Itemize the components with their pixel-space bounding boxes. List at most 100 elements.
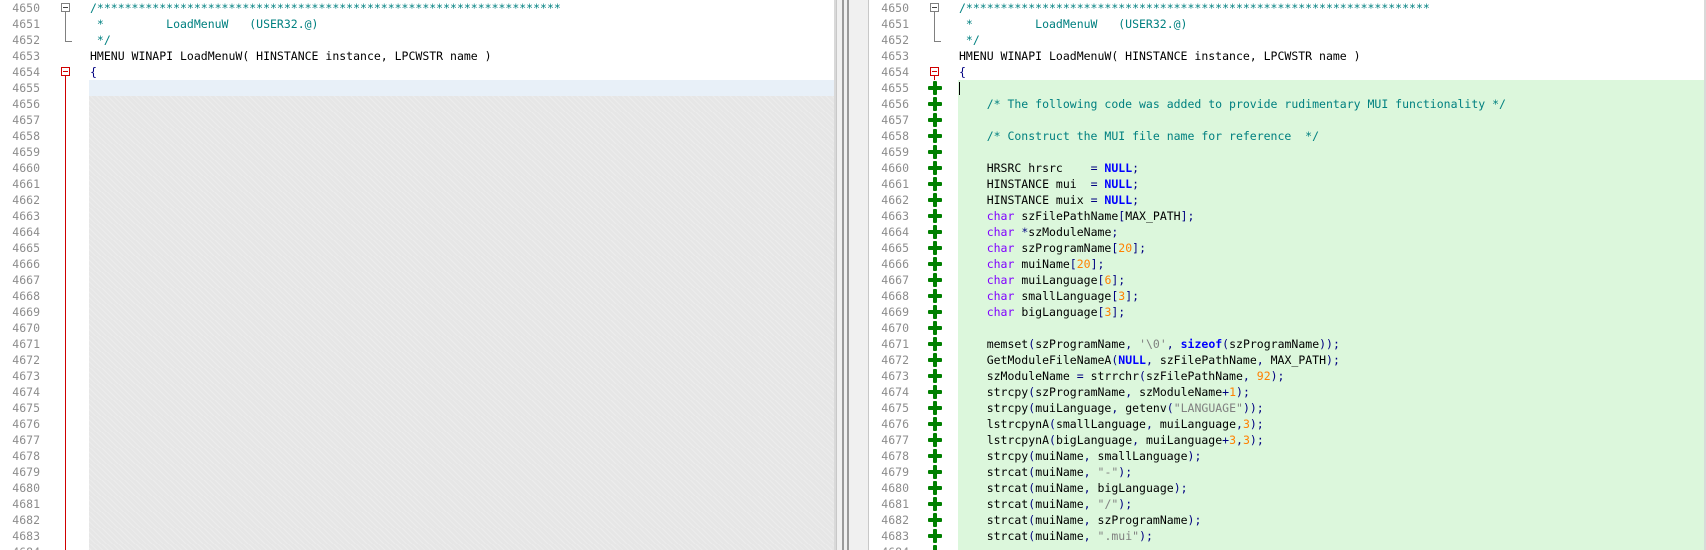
fold-toggle-icon[interactable] <box>927 64 943 80</box>
code-line[interactable]: 4684 <box>869 544 1706 550</box>
collapse-icon[interactable] <box>61 67 70 76</box>
code-line[interactable]: 4683 <box>0 528 836 544</box>
code-text[interactable]: char szProgramName[20]; <box>958 240 1706 256</box>
code-line[interactable]: 4668 char smallLanguage[3]; <box>869 288 1706 304</box>
code-text[interactable]: HINSTANCE mui = NULL; <box>958 176 1706 192</box>
code-text[interactable] <box>89 112 836 128</box>
code-line[interactable]: 4668 <box>0 288 836 304</box>
code-line[interactable]: 4679 strcat(muiName, "-"); <box>869 464 1706 480</box>
code-line[interactable]: 4665 char szProgramName[20]; <box>869 240 1706 256</box>
code-text[interactable] <box>89 192 836 208</box>
code-line[interactable]: 4666 char muiName[20]; <box>869 256 1706 272</box>
code-text[interactable]: szModuleName = strrchr(szFilePathName, 9… <box>958 368 1706 384</box>
code-line[interactable]: 4660 <box>0 160 836 176</box>
code-text[interactable]: strcat(muiName, bigLanguage); <box>958 480 1706 496</box>
code-line[interactable]: 4663 <box>0 208 836 224</box>
code-line[interactable]: 4670 <box>869 320 1706 336</box>
code-line[interactable]: 4676 <box>0 416 836 432</box>
code-line[interactable]: 4682 strcat(muiName, szProgramName); <box>869 512 1706 528</box>
code-text[interactable]: /***************************************… <box>89 0 836 16</box>
code-text[interactable] <box>89 528 836 544</box>
collapse-icon[interactable] <box>930 67 939 76</box>
code-text[interactable] <box>89 208 836 224</box>
code-text[interactable]: * LoadMenuW (USER32.@) <box>958 16 1706 32</box>
code-line[interactable]: 4681 strcat(muiName, "/"); <box>869 496 1706 512</box>
code-line[interactable]: 4669 char bigLanguage[3]; <box>869 304 1706 320</box>
code-text[interactable]: strcpy(muiName, smallLanguage); <box>958 448 1706 464</box>
code-line[interactable]: 4653 HMENU WINAPI LoadMenuW( HINSTANCE in… <box>869 48 1706 64</box>
code-text[interactable] <box>958 112 1706 128</box>
code-line[interactable]: 4657 <box>869 112 1706 128</box>
code-text[interactable] <box>958 544 1706 550</box>
code-text[interactable] <box>89 144 836 160</box>
code-text[interactable] <box>89 352 836 368</box>
code-text[interactable]: strcat(muiName, "/"); <box>958 496 1706 512</box>
code-text[interactable]: strcat(muiName, szProgramName); <box>958 512 1706 528</box>
code-line[interactable]: 4659 <box>0 144 836 160</box>
code-line[interactable]: 4680 <box>0 480 836 496</box>
code-line[interactable]: 4654 { <box>869 64 1706 80</box>
code-line[interactable]: 4676 lstrcpynA(smallLanguage, muiLanguag… <box>869 416 1706 432</box>
code-text[interactable]: HRSRC hrsrc = NULL; <box>958 160 1706 176</box>
code-line[interactable]: 4652 */ <box>0 32 836 48</box>
code-line[interactable]: 4662 <box>0 192 836 208</box>
code-line[interactable]: 4651 * LoadMenuW (USER32.@) <box>869 16 1706 32</box>
code-text[interactable]: */ <box>958 32 1706 48</box>
code-text[interactable] <box>89 272 836 288</box>
code-line[interactable]: 4655 <box>869 80 1706 96</box>
code-text[interactable] <box>958 80 1706 96</box>
code-text[interactable]: char muiName[20]; <box>958 256 1706 272</box>
code-text[interactable]: /* Construct the MUI file name for refer… <box>958 128 1706 144</box>
code-line[interactable]: 4652 */ <box>869 32 1706 48</box>
code-line[interactable]: 4657 <box>0 112 836 128</box>
code-line[interactable]: 4671 <box>0 336 836 352</box>
code-line[interactable]: 4672 GetModuleFileNameA(NULL, szFilePath… <box>869 352 1706 368</box>
code-line[interactable]: 4680 strcat(muiName, bigLanguage); <box>869 480 1706 496</box>
code-text[interactable] <box>89 160 836 176</box>
code-line[interactable]: 4682 <box>0 512 836 528</box>
code-line[interactable]: 4673 <box>0 368 836 384</box>
code-line[interactable]: 4678 <box>0 448 836 464</box>
fold-toggle-icon[interactable] <box>58 64 74 80</box>
code-text[interactable]: { <box>958 64 1706 80</box>
code-line[interactable]: 4665 <box>0 240 836 256</box>
code-text[interactable] <box>89 80 836 96</box>
code-line[interactable]: 4669 <box>0 304 836 320</box>
code-line[interactable]: 4654 { <box>0 64 836 80</box>
code-line[interactable]: 4656 <box>0 96 836 112</box>
code-line[interactable]: 4662 HINSTANCE muix = NULL; <box>869 192 1706 208</box>
code-text[interactable] <box>89 320 836 336</box>
code-text[interactable] <box>89 416 836 432</box>
code-line[interactable]: 4675 strcpy(muiLanguage, getenv("LANGUAG… <box>869 400 1706 416</box>
code-line[interactable]: 4660 HRSRC hrsrc = NULL; <box>869 160 1706 176</box>
code-text[interactable]: strcat(muiName, ".mui"); <box>958 528 1706 544</box>
code-text[interactable] <box>89 512 836 528</box>
code-text[interactable] <box>89 256 836 272</box>
code-line[interactable]: 4655 <box>0 80 836 96</box>
code-text[interactable] <box>958 320 1706 336</box>
code-line[interactable]: 4659 <box>869 144 1706 160</box>
code-line[interactable]: 4671 memset(szProgramName, '\0', sizeof(… <box>869 336 1706 352</box>
code-line[interactable]: 4664 <box>0 224 836 240</box>
code-text[interactable]: char muiLanguage[6]; <box>958 272 1706 288</box>
code-text[interactable]: char smallLanguage[3]; <box>958 288 1706 304</box>
fold-toggle-icon[interactable] <box>927 0 943 16</box>
code-text[interactable]: char *szModuleName; <box>958 224 1706 240</box>
code-line[interactable]: 4666 <box>0 256 836 272</box>
code-line[interactable]: 4667 char muiLanguage[6]; <box>869 272 1706 288</box>
code-line[interactable]: 4650 /***********************************… <box>0 0 836 16</box>
code-text[interactable] <box>89 496 836 512</box>
code-line[interactable]: 4650 /***********************************… <box>869 0 1706 16</box>
code-text[interactable] <box>958 144 1706 160</box>
code-text[interactable] <box>89 544 836 550</box>
code-text[interactable]: GetModuleFileNameA(NULL, szFilePathName,… <box>958 352 1706 368</box>
code-line[interactable]: 4683 strcat(muiName, ".mui"); <box>869 528 1706 544</box>
code-text[interactable]: lstrcpynA(smallLanguage, muiLanguage,3); <box>958 416 1706 432</box>
code-line[interactable]: 4651 * LoadMenuW (USER32.@) <box>0 16 836 32</box>
code-line[interactable]: 4674 <box>0 384 836 400</box>
code-line[interactable]: 4670 <box>0 320 836 336</box>
code-text[interactable] <box>89 176 836 192</box>
code-line[interactable]: 4663 char szFilePathName[MAX_PATH]; <box>869 208 1706 224</box>
code-line[interactable]: 4681 <box>0 496 836 512</box>
code-line[interactable]: 4653 HMENU WINAPI LoadMenuW( HINSTANCE in… <box>0 48 836 64</box>
